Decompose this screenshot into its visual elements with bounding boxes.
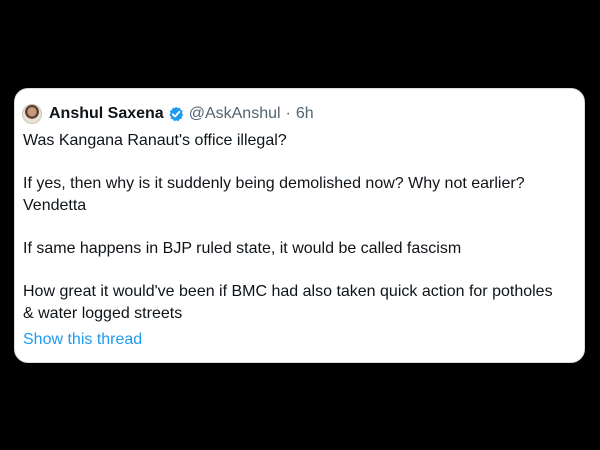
author-handle[interactable]: @AskAnshul [189, 105, 281, 123]
tweet-card[interactable]: Anshul Saxena @AskAnshul · 6h Was Kangan… [14, 88, 585, 363]
tweet-paragraph-1: Was Kangana Ranaut's office illegal? [23, 132, 287, 149]
tweet-header: Anshul Saxena @AskAnshul · 6h [22, 103, 574, 125]
avatar[interactable] [22, 104, 42, 124]
author-name[interactable]: Anshul Saxena [49, 105, 164, 123]
tweet-paragraph-2: If yes, then why is it suddenly being de… [23, 175, 525, 214]
tweet-paragraph-3: If same happens in BJP ruled state, it w… [23, 240, 462, 257]
tweet-content: Anshul Saxena @AskAnshul · 6h Was Kangan… [22, 103, 574, 351]
tweet-paragraph-4: How great it would've been if BMC had al… [23, 283, 553, 322]
meta-separator: · [285, 105, 291, 122]
tweet-text: Was Kangana Ranaut's office illegal? If … [23, 130, 563, 325]
verified-badge-icon [168, 106, 184, 122]
tweet-time[interactable]: 6h [296, 105, 314, 123]
show-thread-link[interactable]: Show this thread [23, 329, 142, 351]
